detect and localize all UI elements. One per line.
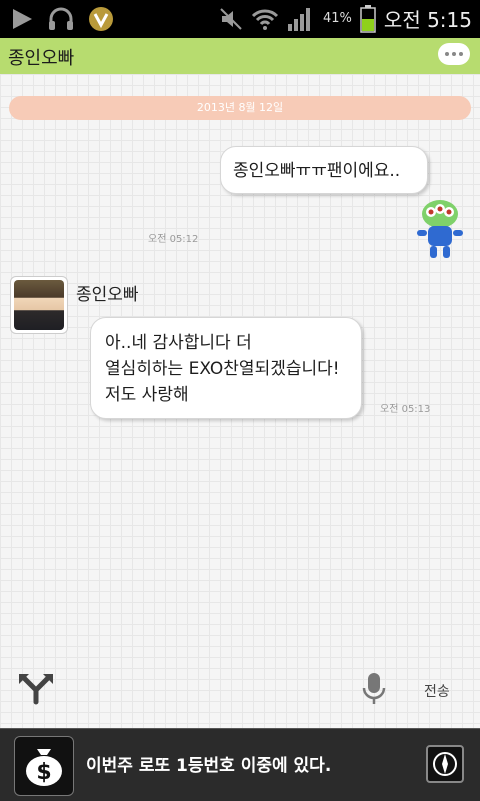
headphones-icon: [49, 7, 73, 30]
my-message-bubble[interactable]: 종인오빠ㅠㅠ팬이에요..: [220, 146, 428, 194]
my-message-time: 오전 05:12: [148, 234, 199, 245]
wifi-icon: [251, 9, 279, 30]
received-message-bubble[interactable]: 아..네 감사합니다 더 열심히하는 EXO찬열되겠습니다! 저도 사랑해: [90, 317, 362, 419]
received-message-time: 오전 05:13: [380, 404, 431, 415]
status-time: 오전 5:15: [383, 8, 472, 32]
message-line: 아..네 감사합니다 더: [105, 333, 252, 353]
chat-title: 종인오빠: [8, 48, 75, 69]
alien-emoticon-icon: [417, 200, 463, 258]
speech-bubble-menu-icon[interactable]: [438, 43, 470, 65]
ad-banner[interactable]: $ 이번주 로또 1등번호 이중에 있다.: [0, 728, 480, 801]
date-divider: 2013년 8월 12일: [9, 96, 471, 120]
battery-percent: 41%: [323, 11, 352, 26]
share-arrows-icon[interactable]: [18, 672, 54, 706]
compass-icon[interactable]: [426, 745, 464, 783]
avatar[interactable]: [10, 276, 68, 334]
ad-text: 이번주 로또 1등번호 이중에 있다.: [86, 756, 332, 776]
chat-area[interactable]: 2013년 8월 12일 종인오빠ㅠㅠ팬이에요.. 오전 05:12 종인오빠 …: [0, 74, 480, 728]
money-bag-icon: $: [14, 736, 74, 796]
input-bar: [0, 660, 480, 726]
mute-icon: [220, 7, 242, 30]
play-icon: [13, 9, 32, 29]
microphone-icon[interactable]: [362, 672, 386, 706]
battery-icon: [360, 4, 376, 33]
send-button[interactable]: 전송: [424, 681, 450, 701]
status-bar: 41% 오전 5:15: [0, 0, 480, 38]
chat-header: 종인오빠: [0, 38, 480, 74]
svg-text:$: $: [36, 760, 51, 785]
message-line: 열심히하는 EXO찬열되겠습니다!: [105, 359, 340, 379]
signal-icon: [288, 7, 311, 31]
sender-name: 종인오빠: [76, 285, 139, 305]
v-app-icon: [89, 7, 113, 31]
message-line: 저도 사랑해: [105, 385, 189, 405]
